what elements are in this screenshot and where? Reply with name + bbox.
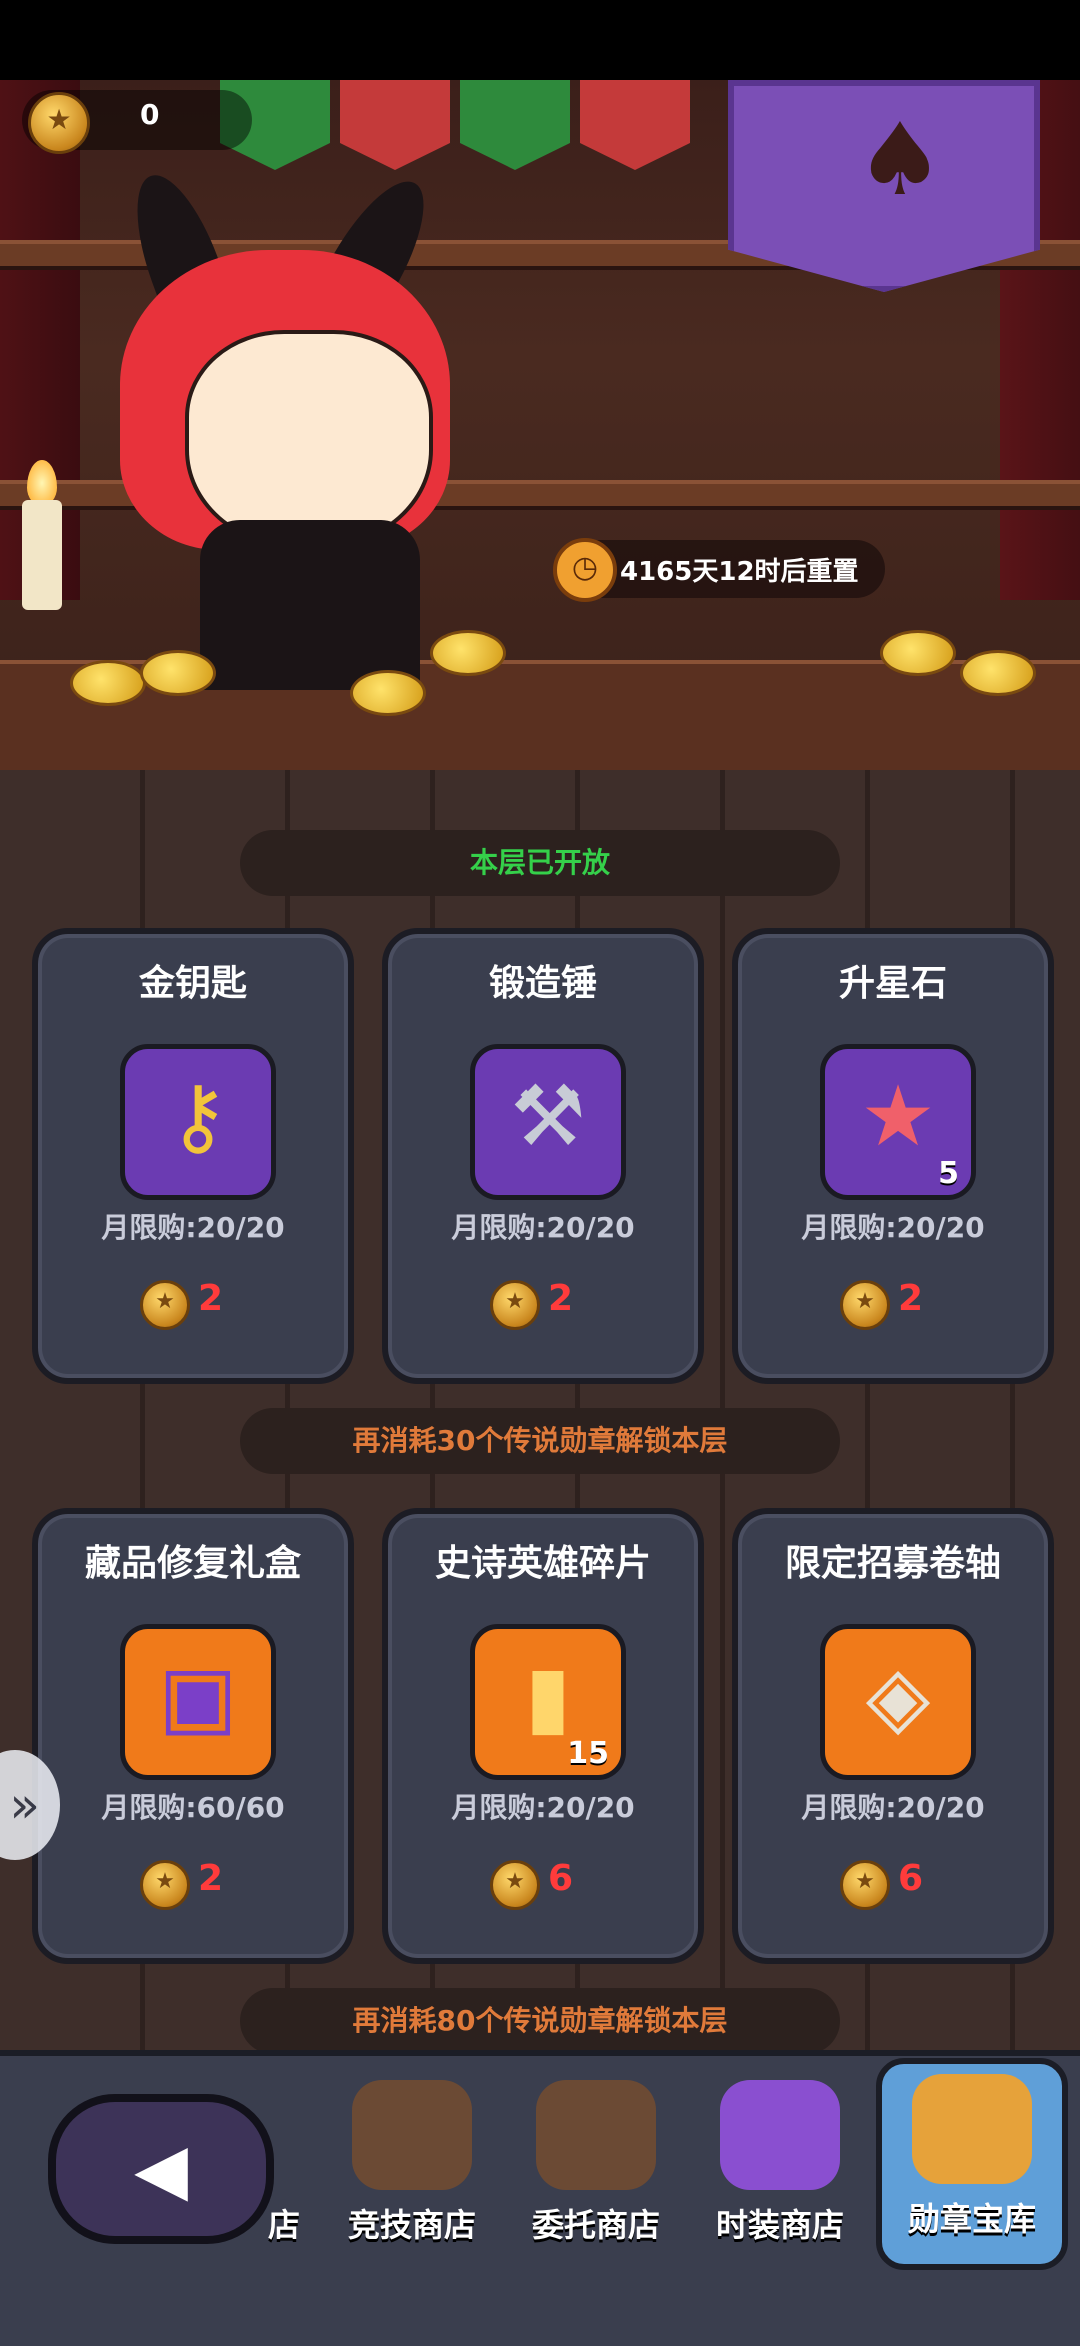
item-name: 限定招募卷轴 (784, 1543, 1001, 1584)
legend-medal-icon (140, 1860, 190, 1910)
purchase-limit: 月限购:20/20 (101, 1211, 285, 1244)
item-quantity: 5 (938, 1156, 959, 1191)
reset-timer-text: 4165天12时后重置 (620, 557, 859, 587)
candle (22, 500, 62, 610)
coin (880, 630, 956, 676)
item-name: 锻造锤 (488, 963, 597, 1004)
purchase-limit: 月限购:60/60 (101, 1791, 285, 1824)
tab-partial-label[interactable]: 店 (268, 2200, 300, 2246)
shop-item-card[interactable]: 锻造锤 ⚒ 月限购:20/20 2 (382, 928, 704, 1384)
legend-medal-icon (490, 1280, 540, 1330)
shop-item-card[interactable]: 限定招募卷轴 ◈ 月限购:20/20 6 (732, 1508, 1054, 1964)
purchase-limit: 月限购:20/20 (451, 1791, 635, 1824)
tier-status-text: 再消耗30个传说勋章解锁本层 (352, 1424, 728, 1457)
tab-label: 时装商店 (715, 2206, 844, 2244)
pennant (580, 80, 690, 170)
shop-item-card[interactable]: 金钥匙 ⚷ 月限购:20/20 2 (32, 928, 354, 1384)
pennant (460, 80, 570, 170)
tab-commission-shop[interactable]: 委托商店 (506, 2070, 686, 2270)
tier-status-text: 再消耗80个传说勋章解锁本层 (352, 2004, 728, 2037)
legend-medal-icon (490, 1860, 540, 1910)
forge-hammer-icon: ⚒ (470, 1044, 626, 1200)
coin (140, 650, 216, 696)
spade-crest-icon: ♠ (855, 101, 945, 218)
item-quantity: 15 (567, 1736, 609, 1771)
item-price: 2 (198, 1278, 224, 1319)
coin (960, 650, 1036, 696)
item-price: 6 (548, 1858, 574, 1899)
back-button[interactable]: ◀ (48, 2094, 274, 2244)
item-name: 升星石 (838, 963, 947, 1004)
legend-medal-icon (840, 1860, 890, 1910)
legend-medal-icon (840, 1280, 890, 1330)
coin (430, 630, 506, 676)
tab-label: 竞技商店 (347, 2206, 476, 2244)
legend-medal-icon (28, 92, 90, 154)
shopkeeper-face (185, 330, 433, 548)
medal-count: 0 (140, 98, 160, 131)
status-bar (0, 0, 1080, 80)
tier-status-bar: 再消耗30个传说勋章解锁本层 (240, 1408, 840, 1474)
item-price: 2 (548, 1278, 574, 1319)
shop-item-card[interactable]: 史诗英雄碎片 ▮ 15 月限购:20/20 6 (382, 1508, 704, 1964)
coin (350, 670, 426, 716)
clock-icon: ◷ (553, 538, 617, 602)
medal-vault-icon (912, 2074, 1032, 2184)
tab-label: 委托商店 (531, 2206, 660, 2244)
coin (70, 660, 146, 706)
commission-shop-bag-icon (536, 2080, 656, 2190)
tier-status-bar: 再消耗80个传说勋章解锁本层 (240, 1988, 840, 2054)
purchase-limit: 月限购:20/20 (801, 1791, 985, 1824)
legend-medal-icon (140, 1280, 190, 1330)
tab-arena-shop[interactable]: 竞技商店 (322, 2070, 502, 2270)
tab-medal-vault[interactable]: 勋章宝库 (876, 2058, 1068, 2270)
item-price: 6 (898, 1858, 924, 1899)
golden-key-icon: ⚷ (120, 1044, 276, 1200)
recruit-scroll-icon: ◈ (820, 1624, 976, 1780)
item-name: 史诗英雄碎片 (434, 1543, 651, 1584)
shop-item-card[interactable]: 藏品修复礼盒 ▣ 月限购:60/60 2 (32, 1508, 354, 1964)
purchase-limit: 月限购:20/20 (801, 1211, 985, 1244)
item-price: 2 (898, 1278, 924, 1319)
item-name: 藏品修复礼盒 (84, 1543, 301, 1584)
tab-label: 勋章宝库 (907, 2200, 1036, 2238)
tab-fashion-shop[interactable]: 时装商店 (690, 2070, 870, 2270)
pennant (340, 80, 450, 170)
shop-item-card[interactable]: 升星石 ★ 5 月限购:20/20 2 (732, 928, 1054, 1384)
star-stone-icon: ★ 5 (820, 1044, 976, 1200)
item-price: 2 (198, 1858, 224, 1899)
purchase-limit: 月限购:20/20 (451, 1211, 635, 1244)
hero-shard-card-icon: ▮ 15 (470, 1624, 626, 1780)
arena-shop-bag-icon (352, 2080, 472, 2190)
item-name: 金钥匙 (138, 963, 247, 1004)
treasure-chest-icon: ▣ (120, 1624, 276, 1780)
fashion-shop-icon (720, 2080, 840, 2190)
shopkeeper-body (200, 520, 420, 690)
tier-status-bar: 本层已开放 (240, 830, 840, 896)
tier-status-text: 本层已开放 (469, 846, 610, 879)
